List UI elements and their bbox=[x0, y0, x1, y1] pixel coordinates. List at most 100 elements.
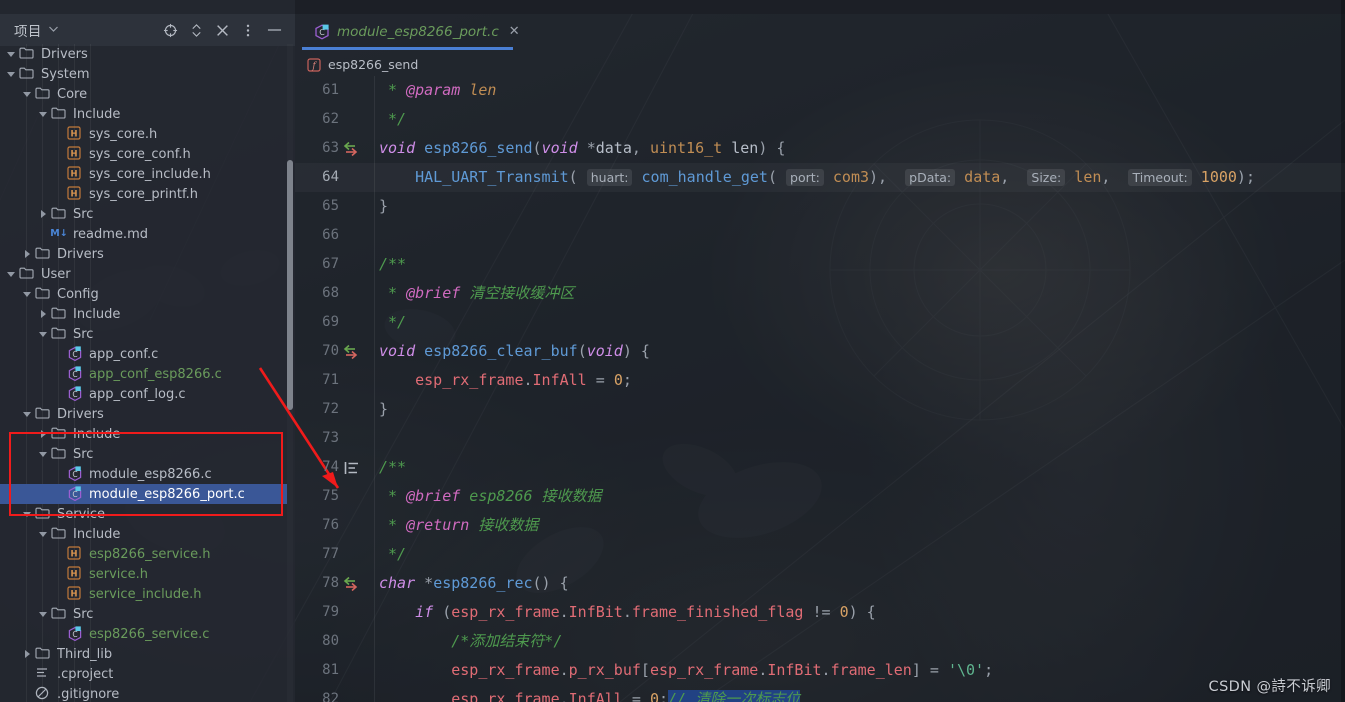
tree-item[interactable]: .gitignore bbox=[0, 684, 287, 702]
chevron-down-icon[interactable] bbox=[38, 529, 49, 540]
chevron-down-icon[interactable] bbox=[22, 289, 33, 300]
folder-icon bbox=[51, 206, 68, 222]
tree-item[interactable]: Include bbox=[0, 304, 287, 324]
tree-item[interactable]: Capp_conf_log.c bbox=[0, 384, 287, 404]
h-file-icon: H bbox=[67, 186, 84, 202]
code-line[interactable]: 74 /** bbox=[295, 453, 1345, 482]
tree-item[interactable]: Include bbox=[0, 424, 287, 444]
line-number: 72 bbox=[322, 401, 339, 417]
tree-item[interactable]: Hsys_core.h bbox=[0, 124, 287, 144]
tree-item[interactable]: Drivers bbox=[0, 244, 287, 264]
override-marker-icon[interactable] bbox=[341, 337, 363, 366]
param-hint: port: bbox=[786, 169, 824, 186]
code-line[interactable]: 76 * @return 接收数据 bbox=[295, 511, 1345, 540]
code-line[interactable]: 81 esp_rx_frame.p_rx_buf[esp_rx_frame.In… bbox=[295, 656, 1345, 685]
code-line[interactable]: 70 void esp8266_clear_buf(void) { bbox=[295, 337, 1345, 366]
close-icon[interactable]: ✕ bbox=[508, 24, 521, 39]
tree-item-selected[interactable]: Cmodule_esp8266_port.c bbox=[0, 484, 287, 504]
code-line[interactable]: 69 */ bbox=[295, 308, 1345, 337]
tree-item[interactable]: Drivers bbox=[0, 404, 287, 424]
tree-item[interactable]: System bbox=[0, 64, 287, 84]
tree-item[interactable]: Hsys_core_include.h bbox=[0, 164, 287, 184]
tree-arrow-spacer bbox=[54, 149, 65, 160]
code-line[interactable]: 68 * @brief 清空接收缓冲区 bbox=[295, 279, 1345, 308]
code-line[interactable]: 78 char *esp8266_rec() { bbox=[295, 569, 1345, 598]
tree-item[interactable]: User bbox=[0, 264, 287, 284]
chevron-down-icon[interactable] bbox=[22, 89, 33, 100]
breadcrumb-function-label[interactable]: esp8266_send bbox=[328, 57, 418, 72]
tree-item[interactable]: Cmodule_esp8266.c bbox=[0, 464, 287, 484]
chevron-right-icon[interactable] bbox=[22, 649, 33, 660]
tree-item[interactable]: Cesp8266_service.c bbox=[0, 624, 287, 644]
tree-item[interactable]: Hsys_core_conf.h bbox=[0, 144, 287, 164]
code-line[interactable]: 62 */ bbox=[295, 105, 1345, 134]
tree-item[interactable]: Hsys_core_printf.h bbox=[0, 184, 287, 204]
tree-item[interactable]: Src bbox=[0, 604, 287, 624]
tree-item[interactable]: M↓ readme.md bbox=[0, 224, 287, 244]
code-line[interactable]: 77 */ bbox=[295, 540, 1345, 569]
code-line[interactable]: 61 * @param len bbox=[295, 76, 1345, 105]
locate-target-icon[interactable] bbox=[157, 17, 183, 43]
tree-item[interactable]: .cproject bbox=[0, 664, 287, 684]
tree-item[interactable]: Capp_conf.c bbox=[0, 344, 287, 364]
code-line[interactable]: 79 if (esp_rx_frame.InfBit.frame_finishe… bbox=[295, 598, 1345, 627]
tree-item[interactable]: Service bbox=[0, 504, 287, 524]
close-x-icon[interactable] bbox=[209, 17, 235, 43]
chevron-down-icon[interactable] bbox=[22, 409, 33, 420]
code-line[interactable]: 71 esp_rx_frame.InfAll = 0; bbox=[295, 366, 1345, 395]
tree-item[interactable]: Src bbox=[0, 324, 287, 344]
code-line[interactable]: 64 HAL_UART_Transmit( huart: com_handle_… bbox=[295, 163, 1345, 192]
chevron-right-icon[interactable] bbox=[38, 209, 49, 220]
tree-item[interactable]: Src bbox=[0, 204, 287, 224]
code-line[interactable]: 73 bbox=[295, 424, 1345, 453]
minimize-icon[interactable] bbox=[261, 17, 287, 43]
chevron-down-icon[interactable] bbox=[48, 25, 58, 35]
chevron-down-icon[interactable] bbox=[38, 449, 49, 460]
chevron-down-icon[interactable] bbox=[38, 109, 49, 120]
code-line-text: /** bbox=[379, 255, 407, 273]
chevron-down-icon[interactable] bbox=[6, 49, 17, 60]
chevron-right-icon[interactable] bbox=[38, 309, 49, 320]
code-line[interactable]: 75 * @brief esp8266 接收数据 bbox=[295, 482, 1345, 511]
chevron-down-icon[interactable] bbox=[38, 329, 49, 340]
tree-item[interactable]: Hservice.h bbox=[0, 564, 287, 584]
sidebar-scrollbar-thumb[interactable] bbox=[287, 160, 293, 410]
code-line[interactable]: 66 bbox=[295, 221, 1345, 250]
code-line[interactable]: 80 /*添加结束符*/ bbox=[295, 627, 1345, 656]
chevron-down-icon[interactable] bbox=[38, 609, 49, 620]
tree-item[interactable]: Config bbox=[0, 284, 287, 304]
chevron-right-icon[interactable] bbox=[22, 249, 33, 260]
code-line-text: esp_rx_frame.InfAll = 0; bbox=[415, 371, 632, 389]
chevron-down-icon[interactable] bbox=[6, 269, 17, 280]
override-marker-icon[interactable] bbox=[341, 134, 363, 163]
editor-tab-module-esp8266-port-c[interactable]: C module_esp8266_port.c ✕ bbox=[302, 14, 531, 49]
tree-item[interactable]: Src bbox=[0, 444, 287, 464]
code-line[interactable]: 72} bbox=[295, 395, 1345, 424]
tree-item[interactable]: Include bbox=[0, 104, 287, 124]
code-line[interactable]: 65} bbox=[295, 192, 1345, 221]
selected-comment[interactable]: // 清除一次标志位 bbox=[668, 690, 801, 702]
tree-item[interactable]: Hservice_include.h bbox=[0, 584, 287, 604]
tree-item[interactable]: Drivers bbox=[0, 44, 287, 64]
tree-item-label: app_conf.c bbox=[89, 346, 159, 362]
folder-icon bbox=[35, 86, 52, 102]
code-editor-area[interactable]: 61 * @param len 62 */63 void esp8266_send(… bbox=[295, 76, 1345, 702]
tree-item[interactable]: Capp_conf_esp8266.c bbox=[0, 364, 287, 384]
chevron-right-icon[interactable] bbox=[38, 429, 49, 440]
more-options-icon[interactable] bbox=[235, 17, 261, 43]
chevron-down-icon[interactable] bbox=[22, 509, 33, 520]
tree-item-label: sys_core.h bbox=[89, 126, 158, 142]
code-line[interactable]: 67 /** bbox=[295, 250, 1345, 279]
code-line[interactable]: 63 void esp8266_send(void *data, uint16_t… bbox=[295, 134, 1345, 163]
ignore-file-icon bbox=[35, 686, 52, 702]
tree-item[interactable]: Hesp8266_service.h bbox=[0, 544, 287, 564]
tree-item[interactable]: Include bbox=[0, 524, 287, 544]
code-line[interactable]: 82 esp_rx_frame.InfAll = 0;// 清除一次标志位 bbox=[295, 685, 1345, 702]
expand-collapse-icon[interactable] bbox=[183, 17, 209, 43]
chevron-down-icon[interactable] bbox=[6, 69, 17, 80]
project-file-tree[interactable]: Drivers System Core Include Hsys_core.h Hsys_… bbox=[0, 44, 287, 702]
override-marker-icon[interactable] bbox=[341, 569, 363, 598]
tree-item[interactable]: Third_lib bbox=[0, 644, 287, 664]
tree-item[interactable]: Core bbox=[0, 84, 287, 104]
doc-fold-icon[interactable] bbox=[341, 453, 363, 482]
